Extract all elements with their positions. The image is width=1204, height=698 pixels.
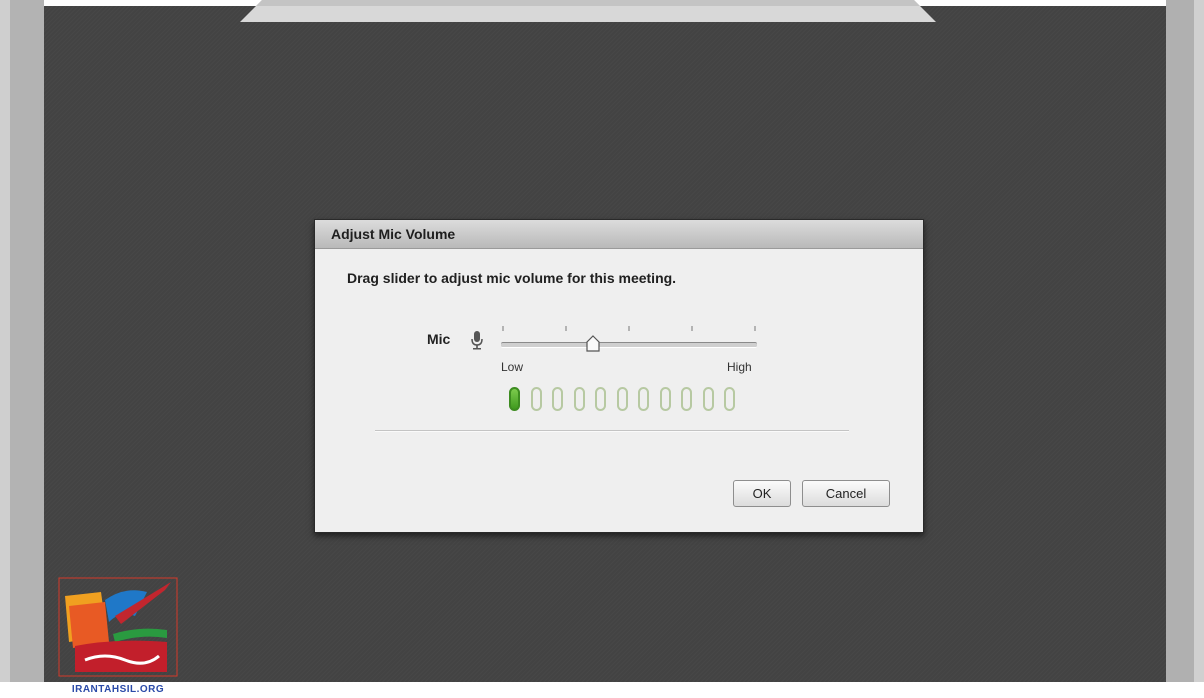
dialog-title: Adjust Mic Volume — [315, 220, 923, 249]
meter-bar — [552, 387, 563, 411]
meter-bar — [573, 387, 585, 411]
meter-bar — [702, 387, 714, 411]
meter-bar — [595, 387, 606, 411]
slider-track[interactable] — [501, 342, 757, 348]
watermark-logo: IRANTAHSIL.ORG — [55, 576, 181, 698]
dialog-instruction: Drag slider to adjust mic volume for thi… — [347, 270, 677, 286]
slider-low-label: Low — [501, 360, 524, 374]
left-frame-edge — [0, 0, 10, 698]
mic-label: Mic — [427, 331, 451, 347]
right-frame-edge — [1194, 0, 1204, 698]
adjust-mic-volume-dialog: Adjust Mic Volume Drag slider to adjust … — [314, 219, 924, 533]
mic-volume-slider[interactable] — [501, 323, 759, 363]
slider-ticks — [502, 326, 756, 331]
mic-level-meter — [509, 387, 735, 413]
meter-bar — [638, 387, 649, 411]
dialog-divider — [375, 430, 849, 432]
meter-bar — [659, 387, 671, 411]
slider-high-label: High — [727, 360, 752, 374]
top-banner — [240, 0, 936, 22]
microphone-icon — [471, 331, 483, 350]
watermark-logo-graphic — [58, 577, 178, 677]
meter-bar — [616, 387, 628, 411]
watermark-text: IRANTAHSIL.ORG — [71, 684, 165, 695]
meter-bar — [724, 387, 735, 411]
meter-bar — [530, 387, 542, 411]
slider-thumb-icon[interactable] — [586, 335, 600, 353]
meter-bar — [681, 387, 692, 411]
ok-button[interactable]: OK — [733, 480, 791, 507]
meter-bar-active — [509, 387, 520, 411]
cancel-button[interactable]: Cancel — [802, 480, 890, 507]
